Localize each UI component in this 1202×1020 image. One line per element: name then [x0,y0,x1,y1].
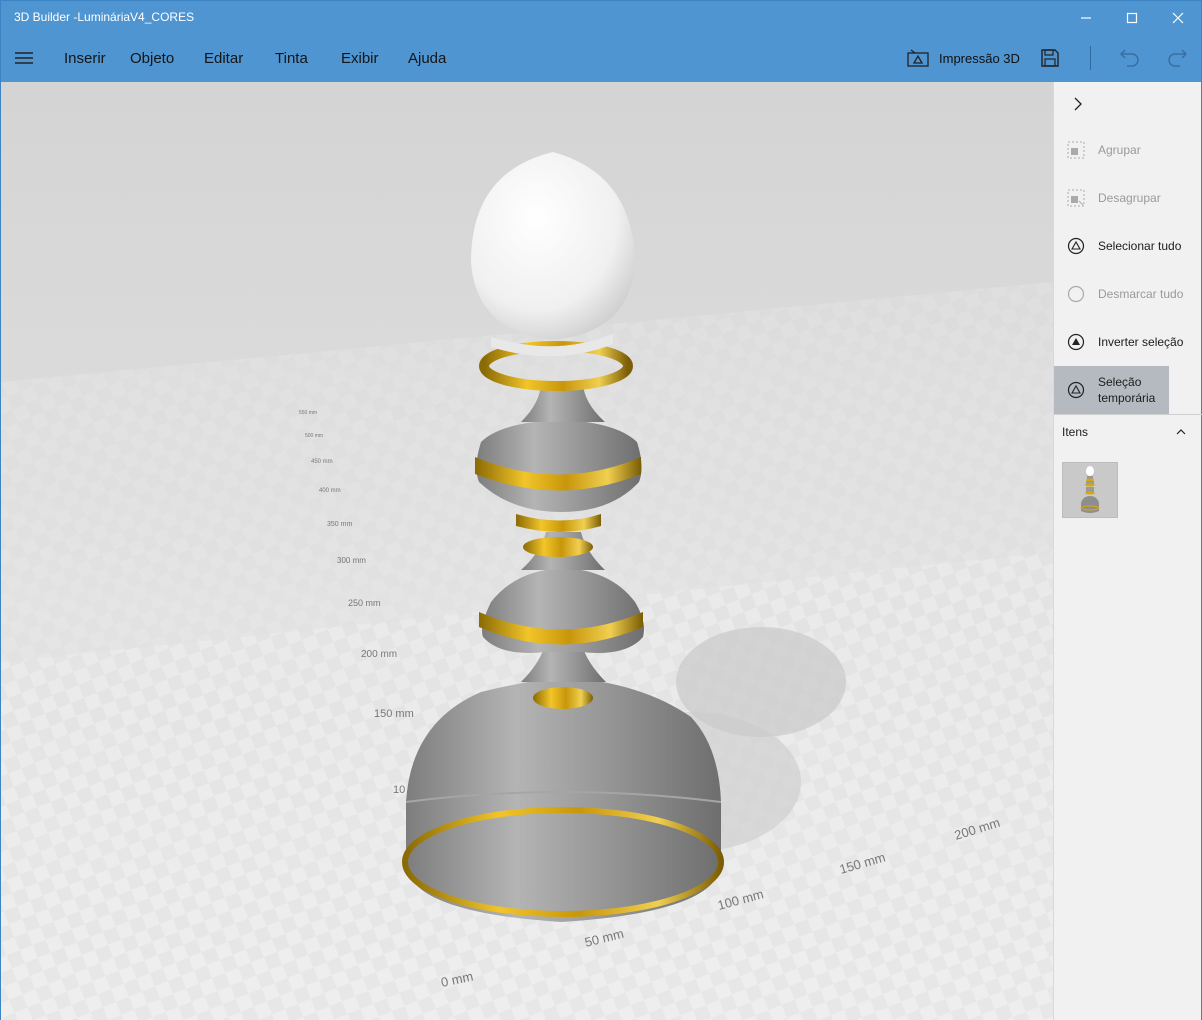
invert-selection-button[interactable]: Inverter seleção [1054,318,1202,366]
lamp-thumbnail-icon [1080,466,1100,513]
group-button[interactable]: Agrupar [1054,126,1202,174]
hamburger-menu-button[interactable] [13,47,35,69]
ungroup-button[interactable]: Desagrupar [1054,174,1202,222]
menu-exibir[interactable]: Exibir [341,50,379,67]
undo-icon [1119,49,1139,67]
deselect-all-icon [1067,285,1085,303]
temporary-selection-button[interactable]: Seleção temporária [1054,366,1169,414]
hamburger-menu-icon [15,52,33,64]
item-thumbnail[interactable] [1062,462,1118,518]
window-title: 3D Builder -LumináriaV4_CORES [14,10,195,24]
maximize-icon [1126,12,1138,24]
app-window: 3D Builder -LumináriaV4_CORES Inserir Ob… [0,0,1202,1020]
redo-icon [1168,49,1188,67]
menu-bar: Inserir Objeto Editar Tinta Exibir Ajuda… [1,35,1201,82]
print-3d-label: Impressão 3D [939,50,1020,66]
ungroup-icon [1067,189,1085,207]
save-icon [1041,49,1059,67]
close-button[interactable] [1155,1,1201,35]
chevron-up-icon [1176,429,1186,435]
group-icon [1067,141,1085,159]
minimize-icon [1081,17,1091,19]
undo-button[interactable] [1117,45,1143,71]
print-3d-icon [907,49,929,67]
ungroup-label: Desagrupar [1098,191,1161,205]
object-panel: Agrupar Desagrupar Selecionar tudo Desma… [1053,82,1202,1020]
title-bar: 3D Builder -LumináriaV4_CORES [1,1,1201,35]
ruler-partial-label: 10 [393,784,405,796]
temporary-selection-icon [1067,381,1085,399]
temporary-selection-label: Seleção temporária [1098,374,1155,406]
items-collapse-button[interactable] [1173,424,1189,440]
ruler-y-label: 450 mm [311,459,333,465]
chevron-right-icon [1074,97,1082,111]
panel-divider [1054,414,1202,415]
deselect-all-button[interactable]: Desmarcar tudo [1054,270,1202,318]
toolbar-separator [1090,46,1091,70]
maximize-button[interactable] [1109,1,1155,35]
save-button[interactable] [1037,45,1063,71]
ruler-y-label: 300 mm [337,556,366,565]
close-icon [1172,12,1184,24]
ruler-y-label: 500 mm [305,433,323,439]
3d-viewport[interactable]: 150 mm 200 mm 250 mm 300 mm 350 mm 400 m… [1,82,1053,1020]
redo-button[interactable] [1164,45,1190,71]
menu-editar[interactable]: Editar [204,50,243,67]
ruler-y-label: 350 mm [327,521,352,528]
temporary-selection-label-line2: temporária [1098,391,1156,405]
select-all-button[interactable]: Selecionar tudo [1054,222,1202,270]
select-all-icon [1067,237,1085,255]
menu-tinta[interactable]: Tinta [275,50,308,67]
ruler-y-label: 550 mm [299,410,317,416]
menu-inserir[interactable]: Inserir [64,50,106,67]
menu-ajuda[interactable]: Ajuda [408,50,446,67]
scene-canvas: 150 mm 200 mm 250 mm 300 mm 350 mm 400 m… [1,82,1053,1020]
deselect-all-label: Desmarcar tudo [1098,287,1184,301]
temporary-selection-label-line1: Seleção [1098,375,1142,389]
print-3d-button[interactable]: Impressão 3D [907,45,1020,71]
minimize-button[interactable] [1063,1,1109,35]
ruler-y-label: 400 mm [319,488,341,494]
ruler-y-label: 250 mm [348,598,381,608]
group-label: Agrupar [1098,143,1141,157]
menu-objeto[interactable]: Objeto [130,50,174,67]
invert-selection-label: Inverter seleção [1098,335,1184,349]
ruler-y-label: 150 mm [374,708,414,720]
select-all-label: Selecionar tudo [1098,239,1182,253]
items-section-title: Itens [1062,425,1089,439]
ruler-y-label: 200 mm [361,649,397,660]
invert-selection-icon [1067,333,1085,351]
panel-collapse-button[interactable] [1068,94,1088,114]
